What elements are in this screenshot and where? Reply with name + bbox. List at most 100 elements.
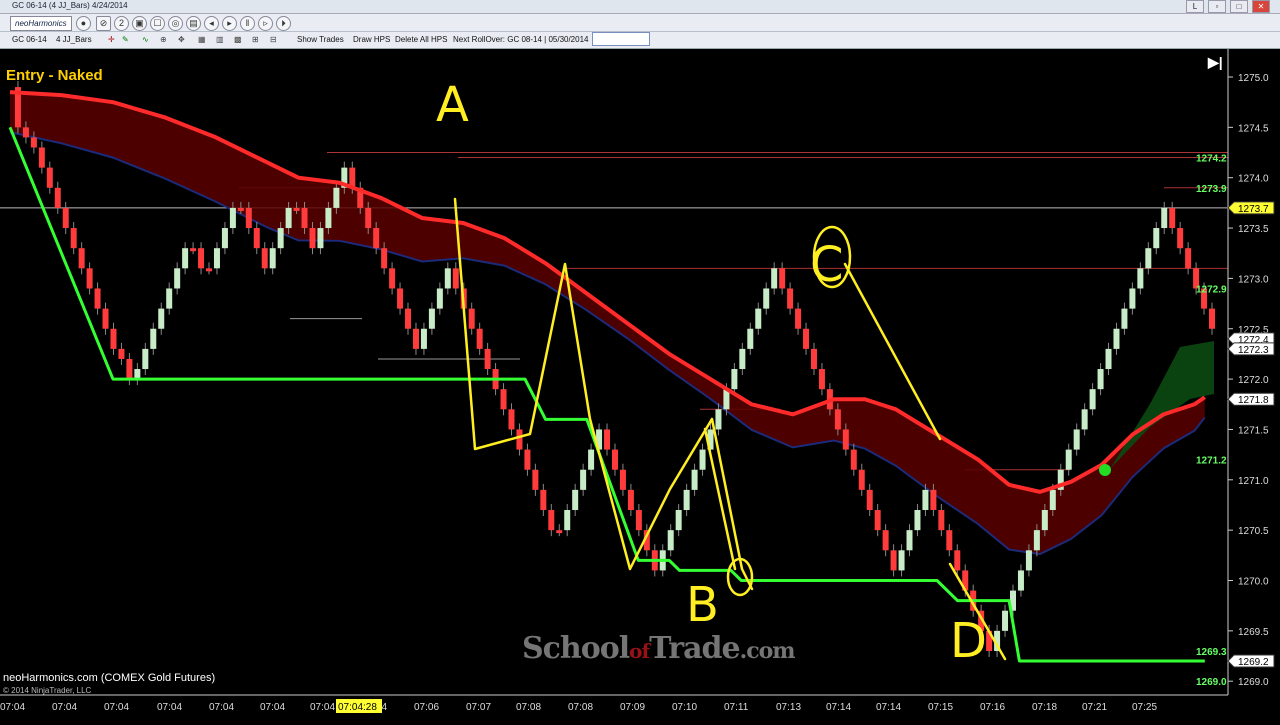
chart-toolbar: GC 06-14 4 JJ_Bars ✛ ✎ ∿ ⊕ ✥ ▦ ▥ ▩ ⊞ ⊟ S… (0, 32, 1280, 49)
price-bar (253, 228, 260, 249)
price-marker-label: 1269.3 (1196, 647, 1227, 658)
cursor-icon[interactable]: ☐ (150, 16, 165, 31)
price-bar (1137, 268, 1144, 289)
price-bar (954, 550, 961, 571)
price-tick-label: 1271.0 (1238, 476, 1269, 487)
price-bar (866, 489, 873, 511)
price-chart[interactable]: A B C D 1275.0 1274.5 1274.0 1273.5 1273.0 1272.… (0, 49, 1280, 720)
brand-logo: neoHarmonics (10, 16, 72, 31)
price-bar (914, 510, 921, 531)
grid-icon[interactable]: ▩ (234, 35, 242, 44)
end-icon[interactable]: ⏵ (276, 16, 291, 31)
price-bar (389, 268, 396, 289)
move-icon[interactable]: ✥ (178, 35, 185, 44)
price-bar (564, 510, 571, 531)
price-bar (301, 207, 308, 229)
draw-hps-button[interactable]: Draw HPS (353, 35, 390, 44)
play-back-icon[interactable]: ▶| (1208, 54, 1223, 71)
price-box-label: 1272.3 (1238, 345, 1269, 356)
price-bar (1185, 248, 1192, 269)
magnet-icon[interactable]: ∿ (142, 35, 149, 44)
price-bar (906, 530, 913, 551)
price-bar (500, 389, 507, 410)
slash-icon[interactable]: ⊘ (96, 16, 111, 31)
show-trades-button[interactable]: Show Trades (297, 35, 344, 44)
price-bar (627, 489, 634, 511)
rollover-input[interactable] (592, 32, 650, 46)
price-bar (803, 328, 810, 349)
price-tick-label: 1275.0 (1238, 73, 1269, 84)
annotation-letter: A (436, 77, 469, 133)
pause-icon[interactable]: ‖ (240, 16, 255, 31)
rewind-icon[interactable]: ◂ (204, 16, 219, 31)
annotation-letter: D (950, 613, 987, 669)
indicator-icon[interactable]: ⊞ (252, 35, 259, 44)
time-tick-label: 07:06 (414, 702, 439, 713)
restore-button[interactable]: ▫ (1208, 0, 1226, 13)
price-bar (381, 248, 388, 269)
pencil-icon[interactable]: ✎ (122, 35, 129, 44)
drawing-icon[interactable]: ▥ (216, 35, 224, 44)
time-tick-label: 07:18 (1032, 702, 1057, 713)
price-bar (1145, 248, 1152, 269)
price-bar (309, 228, 316, 249)
time-tick-label: 07:04 (209, 702, 234, 713)
globe-icon[interactable]: ◎ (168, 16, 183, 31)
price-bar (221, 228, 228, 249)
play-icon[interactable]: ▸ (222, 16, 237, 31)
zoom-icon[interactable]: ⊕ (160, 35, 167, 44)
number-icon[interactable]: 2 (114, 16, 129, 31)
strategy-icon[interactable]: ⊟ (270, 35, 277, 44)
time-tick-label: 07:14 (876, 702, 901, 713)
delete-hps-button[interactable]: Delete All HPS (395, 35, 447, 44)
menu-bar: neoHarmonics ● ⊘ 2 ▣ ☐ ◎ ▤ ◂ ▸ ‖ ▹ ⏵ (0, 14, 1280, 32)
price-bar (452, 268, 459, 289)
chart-canvas: A B C D 1275.0 1274.5 1274.0 1273.5 1273.0 1272.… (0, 49, 1280, 720)
close-button[interactable]: ✕ (1252, 0, 1270, 13)
price-bar (588, 449, 595, 470)
camera-icon[interactable]: ▣ (132, 16, 147, 31)
time-tick-label: 07:04 (0, 702, 25, 713)
price-bar (604, 429, 611, 450)
price-bar (317, 228, 324, 249)
list-icon[interactable]: ▤ (186, 16, 201, 31)
time-tick-label: 07:04 (310, 702, 335, 713)
instrument-selector[interactable]: GC 06-14 (12, 35, 47, 44)
price-bar (635, 510, 642, 531)
price-bar (166, 288, 173, 309)
price-marker-label: 1274.2 (1196, 154, 1227, 165)
price-bar (86, 268, 93, 289)
price-bar (850, 449, 857, 470)
price-bar (397, 288, 404, 309)
time-tick-label: 07:08 (568, 702, 593, 713)
price-bar (1025, 550, 1032, 571)
price-bar (22, 127, 29, 138)
price-bar (1073, 429, 1080, 450)
price-bar (1121, 308, 1128, 329)
maximize-button[interactable]: □ (1230, 0, 1248, 13)
minimize-button[interactable]: L (1186, 0, 1204, 13)
price-bar (1089, 389, 1096, 410)
dot-icon[interactable]: ● (76, 16, 91, 31)
next-icon[interactable]: ▹ (258, 16, 273, 31)
price-bar (285, 207, 292, 229)
price-tick-label: 1272.0 (1238, 375, 1269, 386)
bar-type-selector[interactable]: 4 JJ_Bars (56, 35, 92, 44)
price-bar (325, 207, 332, 229)
properties-icon[interactable]: ▦ (198, 35, 206, 44)
price-bar (405, 308, 412, 329)
footer-label: neoHarmonics.com (COMEX Gold Futures) (3, 672, 216, 684)
price-bar (150, 328, 157, 349)
price-bar (747, 328, 754, 349)
price-bar (293, 207, 300, 211)
price-bar (1169, 207, 1176, 229)
price-tick-label: 1270.0 (1238, 577, 1269, 588)
time-tick-label: 07:15 (928, 702, 953, 713)
price-box-label: 1271.8 (1238, 395, 1269, 406)
price-bar (516, 429, 523, 450)
time-tick-label: 07:21 (1082, 702, 1107, 713)
price-bar (882, 530, 889, 551)
price-bar (436, 288, 443, 309)
time-tick-label: 07:04 (104, 702, 129, 713)
crosshair-icon[interactable]: ✛ (108, 35, 115, 44)
